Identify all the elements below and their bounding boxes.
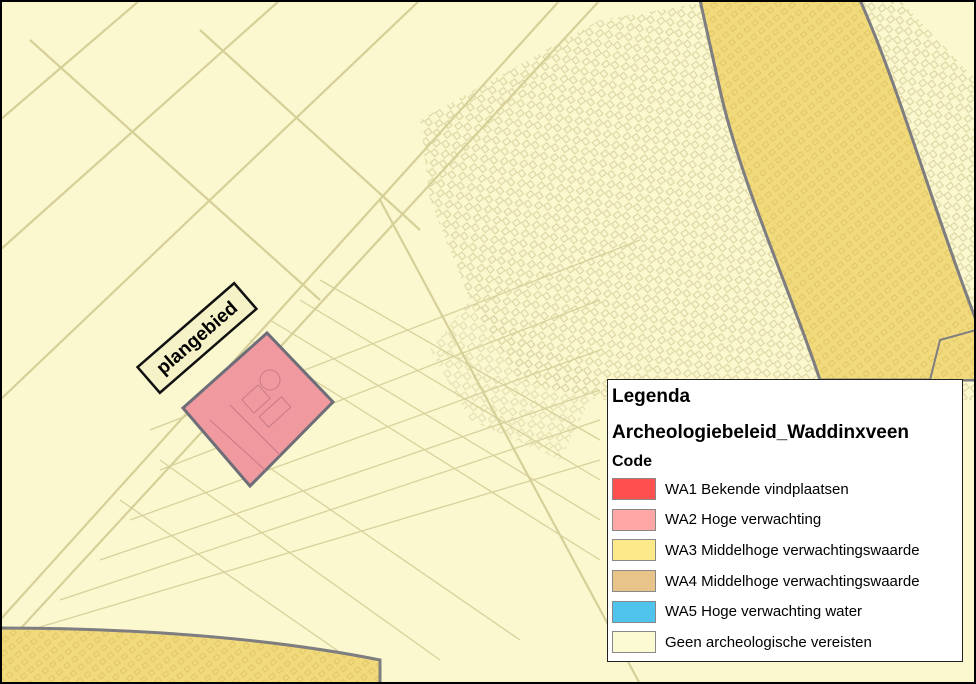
- legend-item: WA1 Bekende vindplaatsen: [612, 474, 962, 505]
- legend-item-label: WA4 Middelhoge verwachtingswaarde: [665, 572, 920, 590]
- legend-item: WA4 Middelhoge verwachtingswaarde: [612, 566, 962, 597]
- legend-panel: Legenda Archeologiebeleid_Waddinxveen Co…: [607, 379, 963, 662]
- legend-item-label: WA3 Middelhoge verwachtingswaarde: [665, 541, 920, 559]
- legend-item: WA2 Hoge verwachting: [612, 505, 962, 536]
- legend-swatch-wa5: [612, 600, 656, 623]
- legend-item-label: WA1 Bekende vindplaatsen: [665, 480, 849, 498]
- legend-swatch-wa3: [612, 539, 656, 562]
- legend-item-label: Geen archeologische vereisten: [665, 633, 872, 651]
- legend-layer-name: Archeologiebeleid_Waddinxveen: [612, 422, 910, 443]
- legend-swatch-wa1: [612, 478, 656, 501]
- legend-item: WA3 Middelhoge verwachtingswaarde: [612, 535, 962, 566]
- legend-field-name: Code: [612, 453, 652, 470]
- legend-swatch-wa4: [612, 570, 656, 593]
- legend-swatch-none: [612, 631, 656, 654]
- legend-swatch-wa2: [612, 508, 656, 531]
- legend-item-label: WA5 Hoge verwachting water: [665, 603, 863, 621]
- legend-title: Legenda: [612, 386, 691, 407]
- legend-item: Geen archeologische vereisten: [612, 627, 962, 658]
- legend-item: WA5 Hoge verwachting water: [612, 596, 962, 627]
- legend-item-label: WA2 Hoge verwachting: [665, 511, 822, 529]
- legend-items: WA1 Bekende vindplaatsen WA2 Hoge verwac…: [612, 474, 962, 658]
